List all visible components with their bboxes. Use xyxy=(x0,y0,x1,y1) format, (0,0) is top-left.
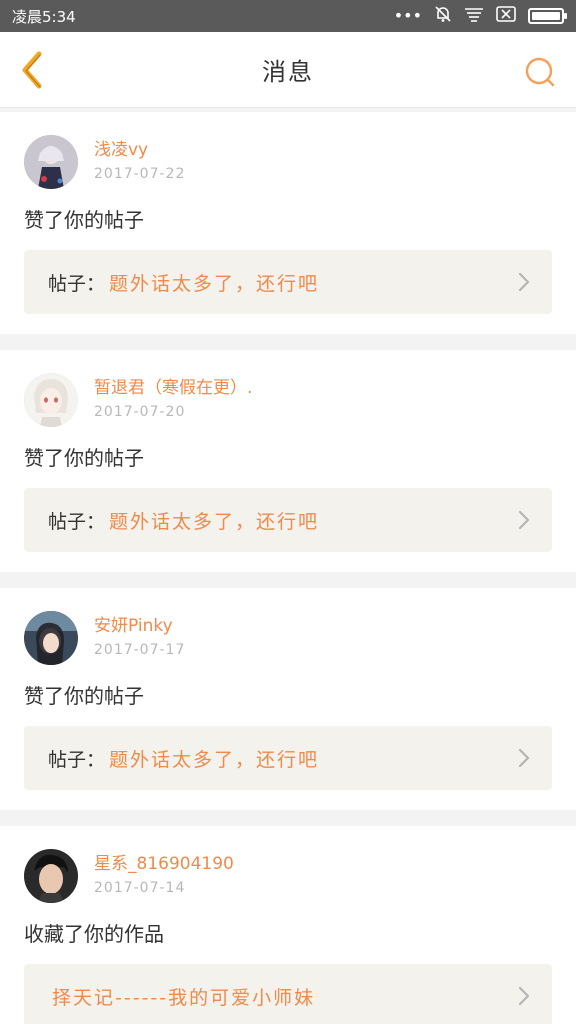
post-link[interactable]: 帖子： 题外话太多了，还行吧 xyxy=(24,726,552,790)
chevron-left-icon xyxy=(22,51,42,89)
post-link[interactable]: 择天记------我的可爱小师妹 xyxy=(24,964,552,1024)
notification-date: 2017-07-20 xyxy=(94,404,186,420)
username[interactable]: 浅凌vy xyxy=(94,139,185,161)
action-text: 赞了你的帖子 xyxy=(24,208,144,232)
chevron-right-icon xyxy=(518,272,530,292)
notification-date: 2017-07-22 xyxy=(94,166,186,182)
notification-list: 浅凌vy 2017-07-22 赞了你的帖子 帖子： 题外话太多了，还行吧 暂退… xyxy=(0,112,576,1024)
status-icons: ••• xyxy=(393,5,567,27)
post-title: 择天记------我的可爱小师妹 xyxy=(52,986,316,1009)
action-text: 赞了你的帖子 xyxy=(24,684,144,708)
more-dots-icon: ••• xyxy=(393,6,422,25)
avatar[interactable] xyxy=(24,849,78,903)
chevron-right-icon xyxy=(518,748,530,768)
chevron-right-icon xyxy=(518,510,530,530)
username[interactable]: 安妍Pinky xyxy=(94,615,185,637)
avatar[interactable] xyxy=(24,135,78,189)
top-nav-bar: 消息 xyxy=(0,32,576,108)
status-time: 凌晨5:34 xyxy=(12,7,76,26)
post-title: 题外话太多了，还行吧 xyxy=(109,272,320,295)
avatar[interactable] xyxy=(24,611,78,665)
post-link[interactable]: 帖子： 题外话太多了，还行吧 xyxy=(24,488,552,552)
action-text: 赞了你的帖子 xyxy=(24,446,144,470)
status-bar: 凌晨5:34 ••• xyxy=(0,0,576,32)
notification-item: 浅凌vy 2017-07-22 赞了你的帖子 帖子： 题外话太多了，还行吧 xyxy=(0,112,576,334)
signal-lines-icon xyxy=(464,6,484,26)
notification-date: 2017-07-17 xyxy=(94,642,186,658)
notification-item: 星系_816904190 2017-07-14 收藏了你的作品 择天记-----… xyxy=(0,826,576,1024)
notification-item: 安妍Pinky 2017-07-17 赞了你的帖子 帖子： 题外话太多了，还行吧 xyxy=(0,588,576,810)
search-icon xyxy=(525,57,555,87)
post-label: 帖子： xyxy=(48,748,106,771)
no-sim-icon xyxy=(496,6,516,26)
action-text: 收藏了你的作品 xyxy=(24,922,164,946)
battery-level xyxy=(532,12,560,20)
post-link[interactable]: 帖子： 题外话太多了，还行吧 xyxy=(24,250,552,314)
page-title: 消息 xyxy=(262,58,314,86)
post-title: 题外话太多了，还行吧 xyxy=(109,510,320,533)
notification-item: 暂退君（寒假在更）. 2017-07-20 赞了你的帖子 帖子： 题外话太多了，… xyxy=(0,350,576,572)
username[interactable]: 星系_816904190 xyxy=(94,853,234,875)
post-label: 帖子： xyxy=(48,272,106,295)
post-title: 题外话太多了，还行吧 xyxy=(109,748,320,771)
username[interactable]: 暂退君（寒假在更）. xyxy=(94,377,252,399)
avatar[interactable] xyxy=(24,373,78,427)
battery-icon xyxy=(528,8,567,24)
bell-muted-icon xyxy=(434,5,452,27)
chevron-right-icon xyxy=(518,986,530,1006)
post-label: 帖子： xyxy=(48,510,106,533)
back-button[interactable] xyxy=(12,50,52,90)
search-button[interactable] xyxy=(522,54,558,90)
notification-date: 2017-07-14 xyxy=(94,880,186,896)
